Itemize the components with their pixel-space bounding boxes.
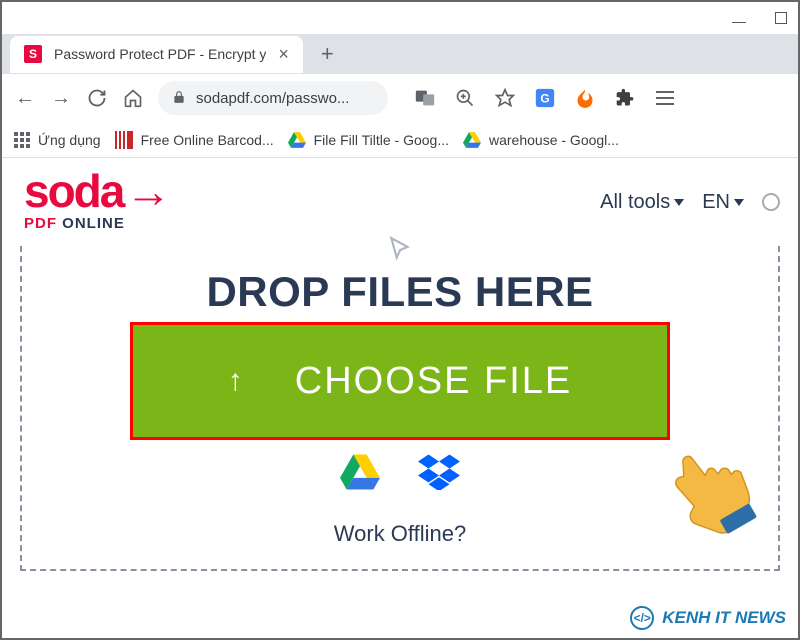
google-translate-ext-icon[interactable]: G (534, 87, 556, 109)
watermark: </> KENH IT NEWS (630, 606, 786, 630)
home-button[interactable] (122, 87, 144, 109)
account-icon[interactable] (762, 193, 780, 211)
tab-bar: S Password Protect PDF - Encrypt y × + (2, 34, 798, 74)
extensions-icon[interactable] (614, 87, 636, 109)
lang-label: EN (702, 191, 730, 214)
all-tools-label: All tools (600, 191, 670, 214)
logo[interactable]: soda→ PDF ONLINE (24, 172, 169, 232)
browser-tab[interactable]: S Password Protect PDF - Encrypt y × (10, 36, 303, 73)
flame-ext-icon[interactable] (574, 87, 596, 109)
window-controls (2, 2, 798, 34)
bookmark-barcode[interactable]: Free Online Barcod... (115, 131, 274, 149)
watermark-icon: </> (630, 606, 654, 630)
toolbar: ← → sodapdf.com/passwo... G (2, 74, 798, 122)
apps-button[interactable]: Ứng dụng (14, 132, 101, 148)
drop-title: DROP FILES HERE (206, 268, 593, 316)
translate-icon[interactable] (414, 87, 436, 109)
language-dropdown[interactable]: EN (702, 191, 744, 214)
maximize-button[interactable] (774, 11, 788, 25)
work-offline-link[interactable]: Work Offline? (334, 521, 466, 547)
site-header: soda→ PDF ONLINE All tools EN (2, 158, 798, 246)
cloud-providers (340, 454, 460, 495)
address-bar[interactable]: sodapdf.com/passwo... (158, 81, 388, 115)
logo-subtext: PDF ONLINE (24, 215, 169, 232)
new-tab-button[interactable]: + (321, 41, 334, 67)
url-text: sodapdf.com/passwo... (196, 90, 349, 107)
zoom-icon[interactable] (454, 87, 476, 109)
tab-title: Password Protect PDF - Encrypt y (54, 46, 266, 62)
bookmark-warehouse[interactable]: warehouse - Googl... (463, 132, 619, 148)
menu-icon[interactable] (654, 87, 676, 109)
dropbox-button[interactable] (418, 454, 460, 495)
chevron-down-icon (674, 199, 684, 206)
bookmarks-bar: Ứng dụng Free Online Barcod... File Fill… (2, 122, 798, 158)
forward-button[interactable]: → (50, 87, 72, 109)
watermark-text: KENH IT NEWS (662, 608, 786, 628)
svg-text:G: G (540, 92, 549, 106)
apps-label: Ứng dụng (38, 132, 101, 148)
tab-close-icon[interactable]: × (278, 44, 289, 65)
bookmark-label: warehouse - Googl... (489, 132, 619, 148)
back-button[interactable]: ← (14, 87, 36, 109)
logo-text: soda→ (24, 172, 169, 211)
choose-file-label: CHOOSE FILE (295, 360, 573, 403)
drive-icon (288, 132, 306, 148)
choose-file-button[interactable]: ↑ CHOOSE FILE (130, 322, 670, 440)
page-content: soda→ PDF ONLINE All tools EN DROP FILES… (2, 158, 798, 638)
google-drive-button[interactable] (340, 454, 380, 495)
lock-icon (172, 90, 186, 107)
reload-button[interactable] (86, 87, 108, 109)
bookmark-filefill[interactable]: File Fill Tiltle - Goog... (288, 132, 449, 148)
bookmark-label: Free Online Barcod... (141, 132, 274, 148)
bookmark-star-icon[interactable] (494, 87, 516, 109)
minimize-button[interactable] (732, 11, 746, 25)
apps-grid-icon (14, 132, 30, 148)
bookmark-label: File Fill Tiltle - Goog... (314, 132, 449, 148)
tab-favicon: S (24, 45, 42, 63)
cursor-icon (387, 236, 413, 269)
chevron-down-icon (734, 199, 744, 206)
barcode-icon (115, 131, 133, 149)
all-tools-dropdown[interactable]: All tools (600, 191, 684, 214)
site-menu: All tools EN (600, 191, 780, 214)
upload-arrow-icon: ↑ (228, 364, 245, 398)
drop-zone[interactable]: DROP FILES HERE ↑ CHOOSE FILE Work Offli… (20, 246, 780, 571)
drive-icon (463, 132, 481, 148)
